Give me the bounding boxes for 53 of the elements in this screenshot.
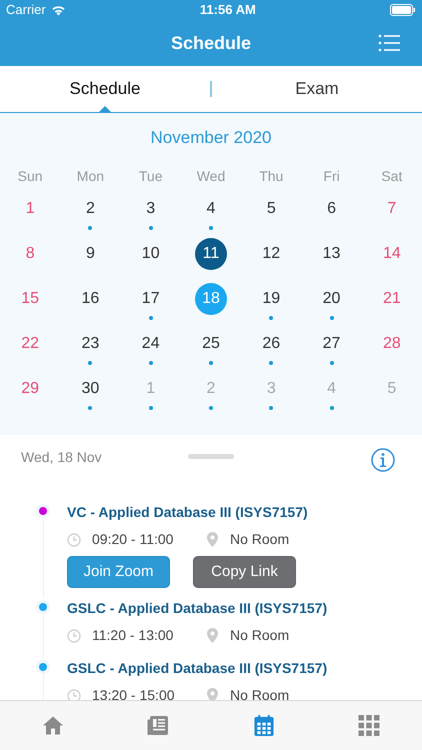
event-title[interactable]: VC - Applied Database III (ISYS7157): [67, 502, 308, 523]
calendar-day[interactable]: 3: [134, 193, 167, 230]
segment-tab[interactable]: Exam: [212, 66, 422, 112]
menu-button[interactable]: [378, 34, 400, 52]
location-pin-icon: [207, 532, 218, 547]
calendar-day[interactable]: 12: [255, 238, 288, 275]
event-room: No Room: [230, 686, 290, 700]
info-button[interactable]: [371, 448, 395, 472]
weekday-label: Mon: [76, 166, 104, 186]
calendar-day[interactable]: 23: [74, 328, 106, 365]
event-time: 13:20 - 15:00: [92, 686, 176, 700]
calendar-day[interactable]: 20: [316, 283, 348, 320]
weekday-label: Tue: [138, 166, 162, 186]
calendar-day[interactable]: 16: [74, 283, 106, 320]
calendar-day[interactable]: 2: [74, 193, 106, 230]
month-title: November 2020: [150, 127, 272, 150]
action-button[interactable]: Copy Link: [193, 556, 296, 588]
event-room: No Room: [230, 626, 290, 645]
carrier-label: Carrier: [6, 1, 46, 20]
wifi-icon: [50, 4, 66, 16]
event-time: 09:20 - 11:00: [92, 530, 174, 549]
calendar-day[interactable]: 10: [134, 238, 167, 275]
calendar-day[interactable]: 17: [134, 283, 167, 320]
event-room: No Room: [230, 530, 290, 549]
clock-icon: [67, 532, 81, 546]
weekday-label: Sat: [381, 166, 402, 186]
weekday-label: Thu: [259, 166, 284, 186]
weekday-label: Sun: [18, 166, 43, 186]
calendar-day[interactable]: 24: [134, 328, 167, 365]
screen-title: Schedule: [170, 32, 252, 54]
selected-date: Wed, 18 Nov: [21, 448, 102, 466]
clock-time: 11:56 AM: [200, 1, 256, 20]
calendar-day[interactable]: 19: [255, 283, 288, 320]
drag-handle[interactable]: [188, 454, 234, 459]
menu-icon: [378, 34, 400, 52]
clock-icon: [67, 628, 81, 642]
event-time: 11:20 - 13:00: [92, 626, 174, 645]
location-pin-icon: [207, 628, 218, 643]
calendar-day[interactable]: 4: [194, 193, 227, 230]
event-title[interactable]: GSLC - Applied Database III (ISYS7157): [67, 658, 328, 679]
info-icon: [371, 448, 395, 472]
weekday-label: Wed: [196, 166, 226, 186]
battery-icon: [390, 4, 416, 16]
calendar-day[interactable]: 6: [316, 193, 348, 230]
calendar-day[interactable]: 9: [74, 238, 106, 275]
calendar-day[interactable]: 27: [316, 328, 348, 365]
calendar-day[interactable]: 25: [194, 328, 227, 365]
calendar-day[interactable]: 5: [255, 193, 288, 230]
calendar-day[interactable]: 13: [316, 238, 348, 275]
event-title[interactable]: GSLC - Applied Database III (ISYS7157): [67, 598, 328, 619]
calendar-day[interactable]: 30: [74, 373, 106, 410]
weekday-label: Fri: [323, 166, 340, 186]
calendar-day[interactable]: 26: [255, 328, 288, 365]
